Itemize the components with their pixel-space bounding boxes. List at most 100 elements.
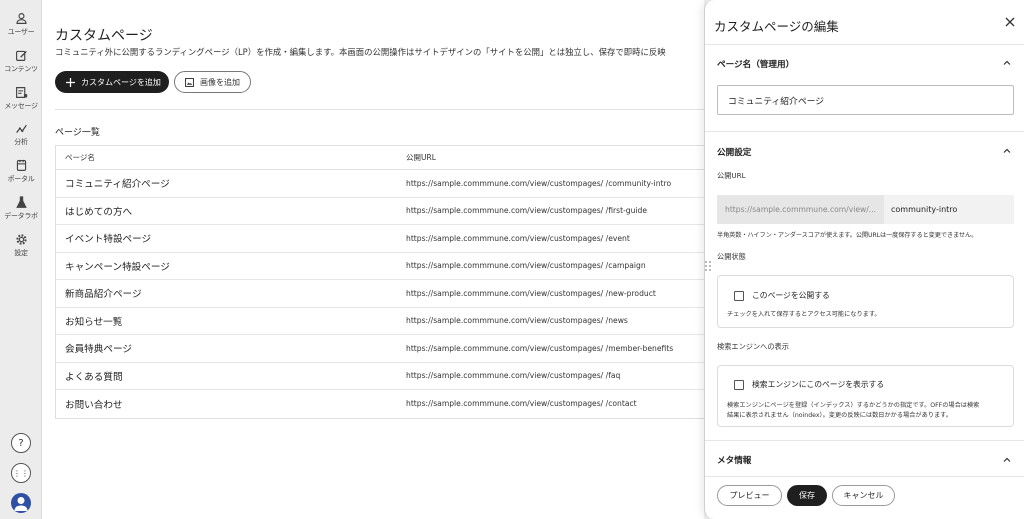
help-button[interactable]: ? bbox=[11, 433, 31, 453]
preview-button[interactable]: プレビュー bbox=[717, 485, 782, 506]
image-icon bbox=[185, 77, 194, 87]
page-url-cell: https://sample.commmune.com/view/customp… bbox=[406, 288, 656, 298]
drag-handle-icon[interactable] bbox=[704, 260, 712, 272]
url-label: 公開URL bbox=[717, 171, 746, 180]
divider bbox=[55, 109, 704, 110]
url-prefix: https://sample.commmune.com/view/... bbox=[717, 195, 884, 224]
search-checkbox-label: 検索エンジンにこのページを表示する bbox=[752, 380, 885, 389]
search-checkbox[interactable] bbox=[734, 379, 744, 390]
page-name-cell: 会員特典ページ bbox=[65, 344, 132, 356]
divider bbox=[705, 131, 1024, 132]
url-help-text: 半角英数・ハイフン・アンダースコアが使えます。公開URLは一度保存すると変更でき… bbox=[717, 232, 978, 239]
gear-icon bbox=[15, 234, 27, 245]
avatar-user-icon bbox=[14, 497, 28, 511]
page-description: コミュニティ外に公開するランディングページ（LP）を作成・編集します。本画面の公… bbox=[55, 47, 666, 57]
publish-section-header[interactable]: 公開設定 bbox=[717, 146, 751, 158]
sidebar-item-label: 分析 bbox=[14, 138, 28, 146]
edit-icon bbox=[15, 50, 27, 61]
table-row[interactable]: 新商品紹介ページ https://sample.commmune.com/vie… bbox=[56, 280, 704, 308]
save-button[interactable]: 保存 bbox=[787, 485, 827, 506]
chevron-up-icon[interactable] bbox=[1002, 58, 1012, 68]
page-name-cell: キャンペーン特設ページ bbox=[65, 261, 170, 273]
page-url-cell: https://sample.commmune.com/view/customp… bbox=[406, 261, 646, 271]
status-label: 公開状態 bbox=[717, 252, 746, 261]
sidebar-item-portal[interactable]: ポータル bbox=[0, 159, 42, 184]
close-icon[interactable] bbox=[1003, 15, 1017, 29]
page-name-cell: 新商品紹介ページ bbox=[65, 289, 142, 301]
sidebar-item-users[interactable]: ユーザー bbox=[0, 12, 42, 37]
page-list-title: ページ一覧 bbox=[55, 128, 100, 138]
page-name-cell: イベント特設ページ bbox=[65, 234, 152, 246]
page-name-cell: お知らせ一覧 bbox=[65, 316, 123, 328]
sidebar: ユーザー コンテンツ メッセージ 分析 ポータル データラボ 設定 ? ⋮⋮ bbox=[0, 0, 42, 519]
sidebar-item-label: データラボ bbox=[4, 212, 38, 220]
page-name-input[interactable]: コミュニティ紹介ページ bbox=[717, 85, 1014, 115]
add-image-button[interactable]: 画像を追加 bbox=[174, 71, 251, 93]
add-custom-page-button[interactable]: カスタムページを追加 bbox=[55, 71, 169, 93]
column-header-page-name: ページ名 bbox=[65, 153, 95, 162]
divider bbox=[705, 440, 1024, 441]
publish-checkbox[interactable] bbox=[734, 290, 744, 301]
public-url-field: https://sample.commmune.com/view/... com… bbox=[717, 195, 1014, 224]
publish-help-text: チェックを入れて保存するとアクセス可能になります。 bbox=[727, 311, 881, 318]
message-icon bbox=[15, 87, 27, 98]
search-checkbox-row[interactable]: 検索エンジンにこのページを表示する bbox=[734, 379, 884, 390]
search-label: 検索エンジンへの表示 bbox=[717, 342, 789, 351]
add-image-label: 画像を追加 bbox=[200, 77, 240, 87]
table-row[interactable]: はじめての方へ https://sample.commmune.com/view… bbox=[56, 198, 704, 225]
chevron-up-icon[interactable] bbox=[1002, 146, 1012, 156]
column-header-public-url: 公開URL bbox=[406, 153, 436, 162]
sidebar-item-contents[interactable]: コンテンツ bbox=[0, 49, 42, 74]
sidebar-item-analytics[interactable]: 分析 bbox=[0, 122, 42, 147]
cancel-button[interactable]: キャンセル bbox=[832, 485, 895, 506]
drawer-title: カスタムページの編集 bbox=[714, 19, 839, 34]
page-table: ページ名 公開URL コミュニティ紹介ページ https://sample.co… bbox=[55, 145, 704, 419]
table-header: ページ名 公開URL bbox=[56, 146, 704, 170]
table-row[interactable]: よくある質問 https://sample.commmune.com/view/… bbox=[56, 363, 704, 390]
page-name-cell: はじめての方へ bbox=[65, 206, 133, 218]
sidebar-item-settings[interactable]: 設定 bbox=[0, 233, 42, 258]
page-url-cell: https://sample.commmune.com/view/customp… bbox=[406, 206, 648, 216]
sidebar-item-datalab[interactable]: データラボ bbox=[0, 196, 42, 221]
plus-icon bbox=[66, 77, 75, 87]
avatar[interactable] bbox=[11, 493, 31, 513]
page-url-cell: https://sample.commmune.com/view/customp… bbox=[406, 233, 630, 243]
page-url-cell: https://sample.commmune.com/view/customp… bbox=[406, 399, 637, 409]
table-row[interactable]: お知らせ一覧 https://sample.commmune.com/view/… bbox=[56, 308, 704, 335]
publish-checkbox-label: このページを公開する bbox=[752, 291, 830, 300]
table-row[interactable]: お問い合わせ https://sample.commmune.com/view/… bbox=[56, 390, 704, 418]
table-row[interactable]: 会員特典ページ https://sample.commmune.com/view… bbox=[56, 335, 704, 363]
portal-icon bbox=[16, 159, 26, 171]
divider bbox=[705, 44, 1024, 45]
main-content: カスタムページ コミュニティ外に公開するランディングページ（LP）を作成・編集し… bbox=[42, 0, 704, 519]
meta-section-header[interactable]: メタ情報 bbox=[717, 454, 751, 466]
page-url-cell: https://sample.commmune.com/view/customp… bbox=[406, 371, 621, 381]
page-name-section-header[interactable]: ページ名（管理用） bbox=[717, 58, 794, 70]
table-row[interactable]: コミュニティ紹介ページ https://sample.commmune.com/… bbox=[56, 170, 704, 198]
sidebar-item-label: 設定 bbox=[14, 249, 28, 257]
chevron-up-icon[interactable] bbox=[1002, 455, 1012, 465]
url-slug-input[interactable]: community-intro bbox=[884, 195, 1014, 224]
publish-card: このページを公開する チェックを入れて保存するとアクセス可能になります。 bbox=[717, 275, 1014, 328]
search-help-text: 検索エンジンにページを登録（インデックス）するかどうかの指定です。OFFの場合は… bbox=[727, 401, 979, 421]
apps-icon: ⋮⋮ bbox=[13, 468, 29, 478]
publish-checkbox-row[interactable]: このページを公開する bbox=[734, 290, 830, 301]
user-icon bbox=[15, 13, 27, 24]
page-name-cell: お問い合わせ bbox=[65, 399, 123, 411]
page-name-cell: コミュニティ紹介ページ bbox=[65, 179, 170, 191]
table-row[interactable]: イベント特設ページ https://sample.commmune.com/vi… bbox=[56, 225, 704, 253]
sidebar-item-label: ポータル bbox=[7, 175, 35, 183]
search-help-line-2: 結果に表示されません（noindex）。変更の反映には数日かかる場合があります。 bbox=[727, 412, 952, 419]
edit-drawer: カスタムページの編集 ページ名（管理用） コミュニティ紹介ページ 公開設定 公開… bbox=[704, 0, 1024, 519]
page-url-cell: https://sample.commmune.com/view/customp… bbox=[406, 178, 672, 188]
sidebar-item-label: メッセージ bbox=[4, 102, 38, 110]
page-url-cell: https://sample.commmune.com/view/customp… bbox=[406, 343, 674, 353]
sidebar-item-messages[interactable]: メッセージ bbox=[0, 86, 42, 111]
table-row[interactable]: キャンペーン特設ページ https://sample.commmune.com/… bbox=[56, 253, 704, 280]
page-url-cell: https://sample.commmune.com/view/customp… bbox=[406, 316, 628, 326]
analytics-icon bbox=[15, 124, 27, 133]
add-custom-page-label: カスタムページを追加 bbox=[81, 77, 161, 87]
apps-button[interactable]: ⋮⋮ bbox=[11, 463, 31, 483]
sidebar-item-label: ユーザー bbox=[7, 28, 35, 36]
search-card: 検索エンジンにこのページを表示する 検索エンジンにページを登録（インデックス）す… bbox=[717, 365, 1014, 427]
